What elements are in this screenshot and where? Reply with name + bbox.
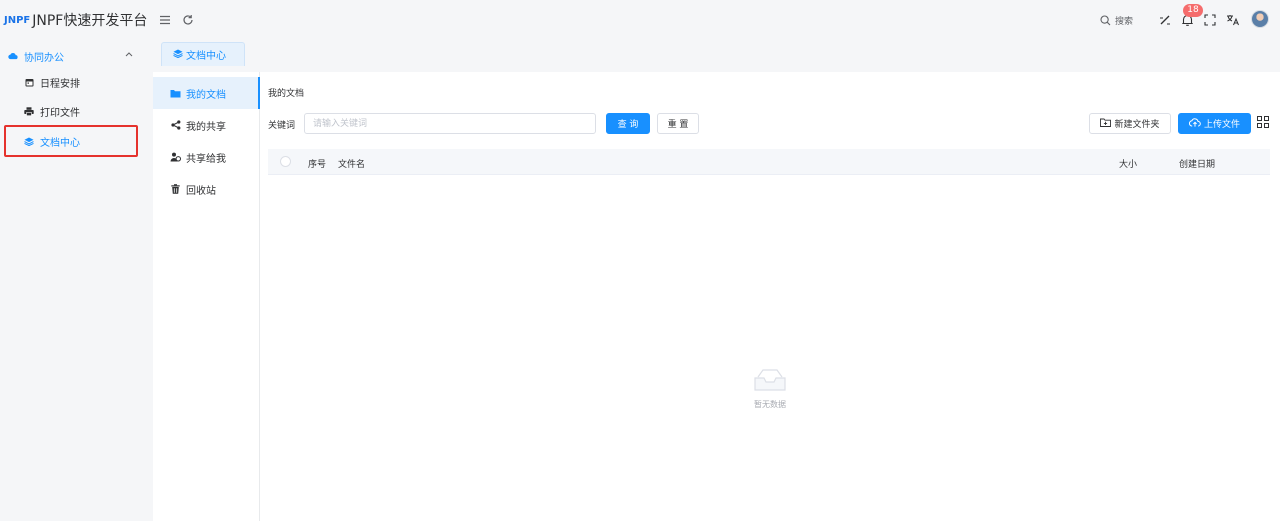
notification-badge: 18 <box>1183 4 1203 17</box>
new-folder-button[interactable]: 新建文件夹 <box>1089 113 1171 134</box>
cloud-upload-icon <box>1188 117 1201 130</box>
header-search[interactable]: 搜索 <box>1100 10 1133 30</box>
logo[interactable]: JNPF JNPF快速开发平台 <box>4 10 147 30</box>
upload-button[interactable]: 上传文件 <box>1178 113 1251 134</box>
grid-view-icon[interactable] <box>1257 116 1269 128</box>
menu-icon[interactable] <box>157 12 173 28</box>
layers-icon <box>173 49 183 61</box>
refresh-icon[interactable] <box>180 12 196 28</box>
content-panel: 我的文档 我的共享 共享给我 回收站 我的文档 关键词 请输入关键词 查 询 重… <box>153 72 1280 521</box>
doc-nav-my-docs[interactable]: 我的文档 <box>153 77 260 109</box>
search-label: 搜索 <box>1115 16 1134 27</box>
sidebar: 协同办公 日程安排 打印文件 文档中心 <box>0 40 153 521</box>
upload-label: 上传文件 <box>1203 120 1240 130</box>
empty-inbox-icon <box>754 369 786 391</box>
query-button[interactable]: 查 询 <box>606 113 650 134</box>
printer-icon <box>24 106 34 116</box>
logo-mark: JNPF <box>4 14 31 26</box>
app-title: JNPF快速开发平台 <box>32 13 148 29</box>
app-root: JNPF JNPF快速开发平台 搜索 18 协同办公 日程安排 打印文件 文档中… <box>0 0 1280 521</box>
main-panel: 我的文档 关键词 查 询 重 置 新建文件夹 上传文件 <box>260 72 1280 521</box>
sidebar-item-schedule[interactable]: 日程安排 <box>0 69 153 95</box>
doc-nav-recycle-bin[interactable]: 回收站 <box>153 173 259 205</box>
sidebar-item-print[interactable]: 打印文件 <box>0 98 153 124</box>
chevron-up-icon <box>125 50 133 60</box>
keyword-input[interactable] <box>304 113 596 134</box>
top-header: JNPF JNPF快速开发平台 搜索 18 <box>0 0 1280 40</box>
tab-doc-center[interactable]: 文档中心 <box>161 42 245 66</box>
users-icon <box>170 152 181 162</box>
highlight-annotation-box <box>4 125 138 157</box>
folder-add-icon <box>1100 118 1112 130</box>
search-icon <box>1100 14 1111 25</box>
brush-icon[interactable] <box>1157 12 1173 28</box>
fullscreen-icon[interactable] <box>1202 12 1218 28</box>
select-all-checkbox[interactable] <box>280 156 291 167</box>
table-header: 序号 文件名 大小 创建日期 <box>268 149 1270 175</box>
doc-nav-label: 我的文档 <box>186 89 226 101</box>
share-icon <box>170 120 181 130</box>
column-header-index[interactable]: 序号 <box>308 157 326 170</box>
empty-state: 暂无数据 <box>730 367 810 410</box>
new-folder-label: 新建文件夹 <box>1114 120 1160 130</box>
doc-nav: 我的文档 我的共享 共享给我 回收站 <box>153 72 260 521</box>
doc-nav-my-shares[interactable]: 我的共享 <box>153 109 259 141</box>
column-header-size[interactable]: 大小 <box>1119 157 1137 170</box>
doc-nav-label: 回收站 <box>186 185 216 197</box>
cloud-icon <box>8 52 18 60</box>
sidebar-item-label: 打印文件 <box>40 107 80 119</box>
avatar[interactable] <box>1251 10 1269 28</box>
translate-icon[interactable] <box>1225 12 1241 28</box>
sidebar-group-label: 协同办公 <box>24 52 64 64</box>
doc-nav-label: 共享给我 <box>186 153 226 165</box>
reset-button[interactable]: 重 置 <box>657 113 699 134</box>
tab-bar: 文档中心 <box>153 40 1280 66</box>
doc-nav-label: 我的共享 <box>186 121 226 133</box>
column-header-created-date[interactable]: 创建日期 <box>1179 157 1215 170</box>
breadcrumb: 我的文档 <box>268 89 305 99</box>
sidebar-group-collaboration[interactable]: 协同办公 <box>0 44 153 68</box>
doc-nav-shared-with-me[interactable]: 共享给我 <box>153 141 259 173</box>
keyword-label: 关键词 <box>268 121 296 131</box>
folder-icon <box>170 89 181 98</box>
tab-label: 文档中心 <box>186 51 226 62</box>
trash-icon <box>170 184 181 194</box>
sidebar-item-label: 日程安排 <box>40 78 80 90</box>
calendar-icon <box>24 78 34 87</box>
column-header-filename[interactable]: 文件名 <box>338 157 365 170</box>
empty-text: 暂无数据 <box>754 400 786 409</box>
